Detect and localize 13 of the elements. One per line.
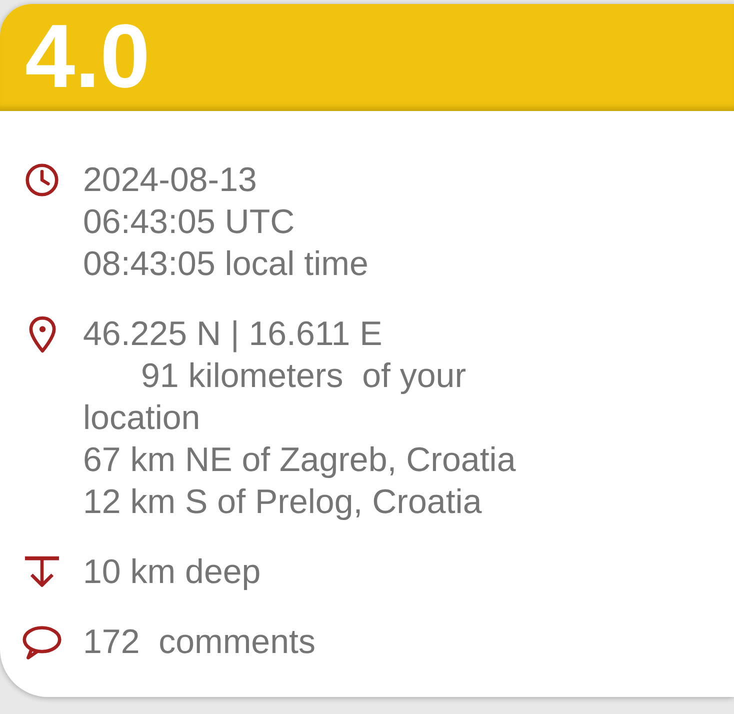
- comment-count-text: 172 comments: [83, 622, 316, 663]
- magnitude-value: 4.0: [25, 12, 150, 102]
- utc-time-text: 06:43:05 UTC: [83, 202, 295, 243]
- nearby-place-text: 12 km S of Prelog, Croatia: [83, 482, 482, 523]
- nearby-place-text: 67 km NE of Zagreb, Croatia: [83, 440, 516, 481]
- distance-text: 91 kilometers of your location: [83, 356, 468, 439]
- local-time-text: 08:43:05 local time: [83, 244, 368, 285]
- depth-text: 10 km deep: [83, 552, 261, 593]
- date-text: 2024-08-13: [83, 160, 257, 201]
- speech-bubble-icon: [22, 624, 62, 660]
- map-pin-icon: [28, 316, 56, 352]
- clock-icon: [25, 163, 59, 197]
- coordinates-text: 46.225 N | 16.611 E: [83, 314, 382, 355]
